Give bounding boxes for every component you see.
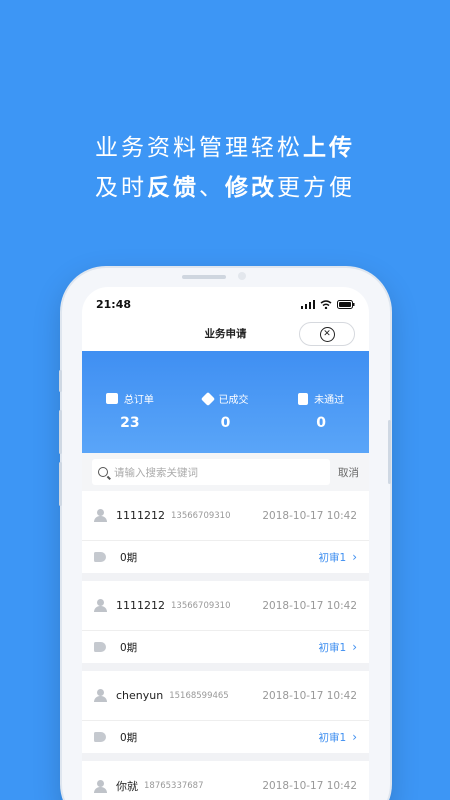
customer-phone: 18765337687 (144, 781, 204, 791)
status-icons (301, 299, 355, 309)
review-status-link[interactable]: 初审1 › (319, 640, 358, 655)
user-icon (94, 689, 107, 702)
review-status-link[interactable]: 初审1 › (319, 730, 358, 745)
phone-camera (238, 272, 246, 280)
customer-phone: 13566709310 (171, 600, 231, 611)
wifi-icon (320, 299, 332, 309)
headline-bold: 上传 (303, 135, 355, 161)
chevron-right-icon: › (352, 640, 357, 654)
headline-text: 更方便 (277, 175, 355, 201)
loan-period: 0期 (120, 641, 138, 654)
list-item[interactable]: chenyun 15168599465 2018-10-17 10:42 0期 … (82, 671, 369, 761)
customer-name: 1111212 (116, 509, 165, 522)
list-item[interactable]: 你就 18765337687 2018-10-17 10:42 (82, 761, 369, 800)
status-time: 21:48 (96, 297, 132, 311)
stat-closed-deals[interactable]: 已成交 0 (178, 391, 274, 431)
customer-phone: 13566709310 (171, 510, 231, 521)
list-item[interactable]: 1111212 13566709310 2018-10-17 10:42 0期 … (82, 491, 369, 581)
review-status: 初审1 (318, 641, 347, 654)
status-bar: 21:48 (82, 287, 369, 321)
review-status: 初审1 (318, 731, 347, 744)
document-icon (298, 392, 309, 405)
stats-banner: 总订单 23 已成交 0 未通过 0 (82, 351, 369, 453)
user-icon (94, 779, 107, 793)
customer-name: 1111212 (116, 599, 165, 612)
review-status-link[interactable]: 初审1 › (319, 550, 358, 565)
phone-side-button (59, 462, 62, 506)
application-date: 2018-10-17 10:42 (262, 689, 357, 702)
headline-text: 及时 (95, 175, 147, 201)
tag-icon (94, 642, 106, 652)
headline-line-2: 及时反馈、修改更方便 (0, 168, 450, 208)
application-date: 2018-10-17 10:42 (262, 509, 357, 522)
application-date: 2018-10-17 10:42 (262, 780, 357, 792)
app-screen: 21:48 业务申请 ✕ 总订单 23 已成交 0 未通过 0 请输入搜索关键词… (82, 287, 369, 800)
search-placeholder: 请输入搜索关键词 (114, 466, 198, 479)
stat-value: 0 (316, 415, 327, 431)
stats-row: 总订单 23 已成交 0 未通过 0 (82, 391, 369, 431)
phone-side-button (59, 370, 62, 392)
customer-phone: 15168599465 (169, 690, 229, 701)
search-bar: 请输入搜索关键词 取消 (82, 453, 369, 491)
stat-rejected[interactable]: 未通过 0 (273, 391, 369, 431)
headline-line-1: 业务资料管理轻松上传 (0, 128, 450, 168)
page-title: 业务申请 (204, 328, 247, 340)
app-navbar: 业务申请 ✕ (82, 321, 369, 347)
tag-icon (94, 552, 106, 562)
list-item[interactable]: 1111212 13566709310 2018-10-17 10:42 0期 … (82, 581, 369, 671)
stat-value: 0 (220, 415, 231, 431)
phone-side-button (388, 420, 391, 484)
stat-value: 23 (120, 415, 140, 431)
search-icon (98, 467, 108, 477)
customer-name: chenyun (116, 689, 164, 702)
headline-text: 业务资料管理轻松 (95, 135, 303, 161)
close-button[interactable]: ✕ (299, 322, 355, 346)
cancel-button[interactable]: 取消 (338, 465, 359, 480)
phone-side-button (59, 410, 62, 454)
stat-total-orders[interactable]: 总订单 23 (82, 391, 178, 431)
tag-icon (94, 732, 106, 742)
layers-icon (105, 393, 118, 404)
promo-headline: 业务资料管理轻松上传 及时反馈、修改更方便 (0, 128, 450, 208)
phone-speaker (182, 275, 226, 279)
search-input[interactable]: 请输入搜索关键词 (92, 459, 330, 485)
signal-icon (301, 299, 315, 309)
headline-separator: 、 (199, 175, 225, 201)
user-icon (94, 509, 107, 522)
loan-period: 0期 (120, 551, 138, 564)
stat-label: 总订单 (123, 395, 154, 406)
user-icon (94, 599, 107, 612)
handshake-icon (200, 391, 215, 406)
application-date: 2018-10-17 10:42 (262, 599, 357, 612)
loan-period: 0期 (120, 731, 138, 744)
chevron-right-icon: › (352, 550, 357, 564)
customer-name: 你就 (116, 780, 138, 793)
chevron-right-icon: › (352, 730, 357, 744)
headline-bold: 反馈 (147, 175, 199, 201)
battery-icon (337, 299, 355, 309)
close-icon: ✕ (319, 326, 335, 342)
headline-bold: 修改 (225, 175, 277, 201)
stat-label: 已成交 (218, 395, 249, 406)
stat-label: 未通过 (314, 395, 345, 406)
review-status: 初审1 (318, 551, 347, 564)
